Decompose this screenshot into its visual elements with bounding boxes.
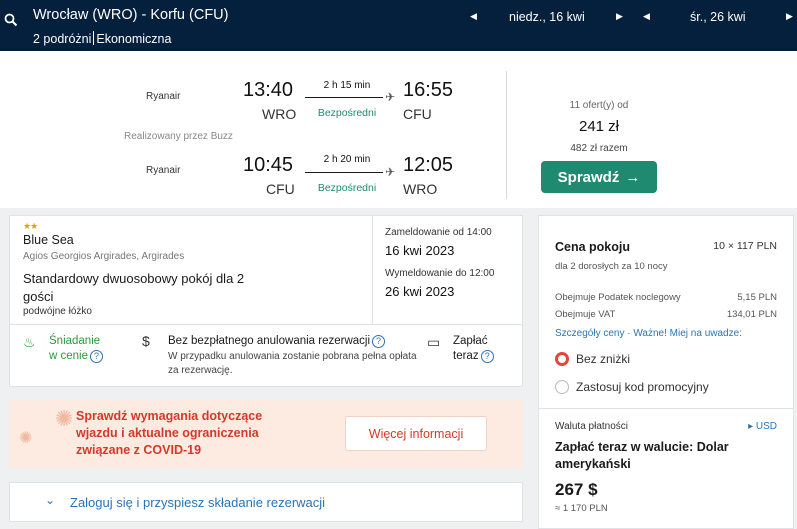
depart-date[interactable]: niedz., 16 kwi [509,10,585,24]
login-link[interactable]: Zaloguj się i przyspiesz składanie rezer… [70,495,325,510]
room-price-calc: 10 × 117 PLN [713,240,777,252]
bed-type: podwójne łóżko [23,306,92,317]
inbound-dep-time: 10:45 [243,154,294,176]
prev-depart-date-arrow-icon[interactable]: ◀ [470,11,477,22]
operated-by: Realizowany przez Buzz [124,131,233,142]
next-return-date-arrow-icon[interactable]: ▶ [786,11,793,22]
caret-right-icon: ▸ [748,421,756,432]
plane-icon: ✈ [385,165,396,179]
inbound-stops: Bezpośredni [317,182,377,194]
covid-line-3: związane z COVID-19 [76,443,202,457]
outbound-airline: Ryanair [146,91,181,102]
divider [10,324,522,325]
promo-code-radio[interactable] [555,380,569,394]
cancel-description: W przypadku anulowania zostanie pobrana … [168,351,417,376]
refund-icon: $ [142,333,150,349]
divider [372,216,373,324]
outbound-arr-time: 16:55 [403,79,454,101]
room-price-subtitle: dla 2 dorosłych za 10 nocy [555,261,668,272]
return-date[interactable]: śr., 26 kwi [690,10,746,24]
tax-value-2: 134,01 PLN [726,309,777,320]
breakfast-label: Śniadanie [49,335,101,347]
login-prompt[interactable]: ⌄ Zaloguj się i przyspiesz składanie rez… [9,482,523,522]
hotel-name[interactable]: Blue Sea [23,233,74,247]
route-title[interactable]: Wrocław (WRO) - Korfu (CFU) [33,7,228,23]
outbound-arr-code: CFU [403,106,432,122]
outbound-dep-code: WRO [262,106,297,122]
tax-value-1: 5,15 PLN [737,292,777,303]
inbound-arr-time: 12:05 [403,154,454,176]
travellers-cabin[interactable]: 2 podróżni Ekonomiczna [33,31,171,46]
flight-price: 241 zł [578,118,620,135]
inbound-duration: 2 h 20 min [323,154,371,165]
prev-return-date-arrow-icon[interactable]: ◀ [643,11,650,22]
price-details-links[interactable]: Szczegóły ceny · Ważne! Miej na uwadze: [555,328,742,339]
checkout-date: 26 kwi 2023 [385,284,455,299]
covid-line-2: wjazdu i aktualne ograniczenia [76,426,259,440]
virus-icon: ✺ [19,430,33,447]
breakfast-icon: ♨ [23,334,36,350]
chevron-down-icon[interactable]: ⌄ [45,493,55,507]
room-price-panel: Cena pokoju 10 × 117 PLN dla 2 dorosłych… [538,215,794,529]
star-rating: ★★ [23,221,38,231]
search-icon[interactable] [4,13,18,27]
room-type: Standardowy dwuosobowy pokój dla 2 gości [23,271,245,304]
outbound-duration: 2 h 15 min [323,80,371,91]
divider [539,408,793,409]
divider [506,71,507,199]
help-icon[interactable]: ? [90,350,103,363]
more-info-button[interactable]: Więcej informacji [345,416,487,451]
hotel-card: ★★ Blue Sea Agios Georgios Argirades, Ar… [9,215,523,387]
no-discount-label[interactable]: Bez zniżki [576,352,630,366]
next-depart-date-arrow-icon[interactable]: ▶ [616,11,623,22]
tax-label-2: Obejmuje VAT [555,309,616,320]
pay-now-label-2: teraz [453,350,479,362]
covid-banner: ✺ ✺ Sprawdź wymagania dotyczące wjazdu i … [9,400,523,468]
search-summary-bar[interactable]: Wrocław (WRO) - Korfu (CFU) 2 podróżni Ek… [0,0,797,51]
checkin-date: 16 kwi 2023 [385,243,455,258]
covid-message: Sprawdź wymagania dotyczące wjazdu i aktu… [76,408,262,459]
pay-now-info: Zapłać teraz? [453,334,494,364]
currency-selector[interactable]: ▸ USD [748,421,777,432]
cancel-title: Bez bezpłatnego anulowania rezerwacji [168,335,371,347]
help-icon[interactable]: ? [372,335,386,348]
outbound-dep-time: 13:40 [243,79,294,101]
hotel-address: Agios Georgios Argirades, Argirades [23,251,185,262]
divider [93,31,95,45]
check-flight-button[interactable]: Sprawdź → [541,161,657,193]
checkout-label: Wymeldowanie do 12:00 [385,268,495,279]
promo-code-label[interactable]: Zastosuj kod promocyjny [576,380,709,394]
inbound-arr-code: WRO [403,181,438,197]
help-icon[interactable]: ? [480,350,494,363]
cancel-info: Bez bezpłatnego anulowania rezerwacji? [168,334,386,349]
flight-price-total: 482 zł razem [570,143,628,154]
pay-now-label: Zapłać [453,335,488,347]
breakfast-label-2: w cenie [49,350,88,362]
checkin-label: Zameldowanie od 14:00 [385,227,492,238]
wallet-icon: ▭ [427,334,441,350]
room-price-title: Cena pokoju [555,240,631,254]
total-amount: 267 $ [555,480,598,499]
tax-label-1: Obejmuje Podatek noclegowy [555,292,681,303]
breakfast-info: Śniadanie w cenie? [49,334,103,364]
total-amount-pln: ≈ 1 170 PLN [555,503,608,514]
outbound-route-line [305,97,383,98]
check-button-label: Sprawdź [557,168,620,186]
arrow-right-icon: → [625,168,641,186]
inbound-airline: Ryanair [146,165,181,176]
outbound-stops: Bezpośredni [317,107,377,119]
travellers-count[interactable]: 2 podróżni [33,32,91,46]
plane-icon: ✈ [385,90,396,104]
inbound-dep-code: CFU [266,181,295,197]
currency-code[interactable]: USD [756,421,777,432]
no-discount-radio[interactable] [555,352,569,366]
virus-icon: ✺ [55,406,74,431]
covid-line-1: Sprawdź wymagania dotyczące [76,409,263,423]
pay-currency-text: Zapłać teraz w walucie: Dolar amerykańsk… [555,440,729,471]
inbound-route-line [305,172,383,173]
offers-count: 11 ofert(y) od [569,100,629,111]
flight-result-card: Ryanair 13:40 WRO 2 h 15 min ✈ Bezpośred… [0,51,797,208]
currency-label: Waluta płatności [555,421,628,432]
cabin-class[interactable]: Ekonomiczna [96,32,171,46]
